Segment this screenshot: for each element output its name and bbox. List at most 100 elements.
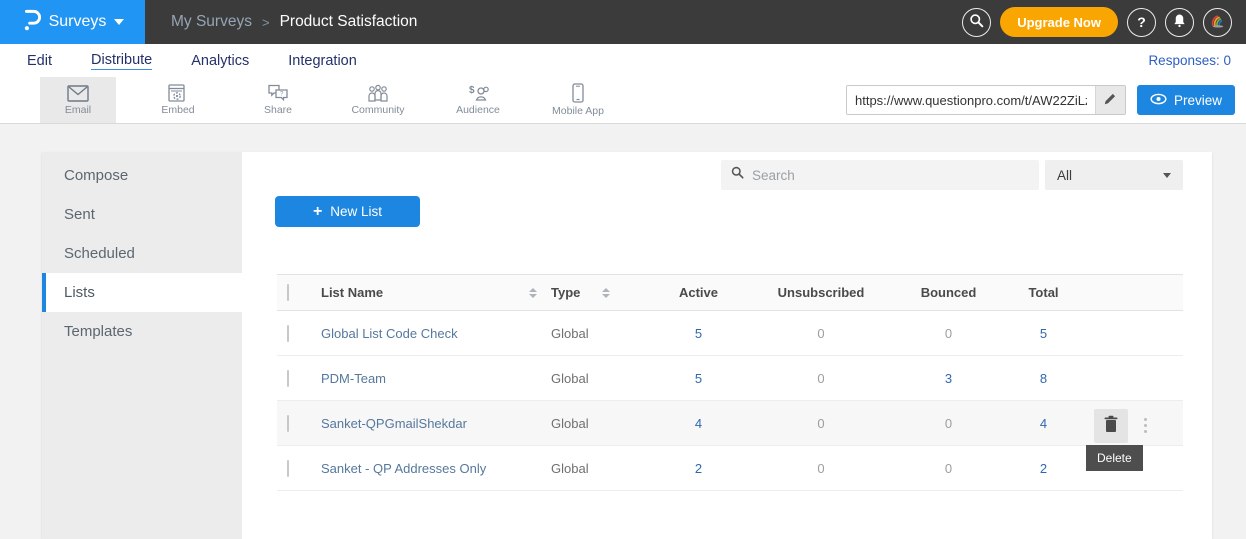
active-count[interactable]: 2 bbox=[651, 461, 746, 476]
toolbar-item-embed[interactable]: Embed bbox=[140, 77, 216, 123]
audience-icon: $ bbox=[466, 84, 490, 102]
row-menu-button[interactable] bbox=[1140, 414, 1151, 437]
toolbar-item-share[interactable]: ? Share bbox=[240, 77, 316, 123]
toolbar-item-label: Email bbox=[65, 104, 91, 116]
sidebar-item-compose[interactable]: Compose bbox=[42, 156, 242, 195]
tab-distribute[interactable]: Distribute bbox=[91, 52, 152, 70]
toolbar-item-community[interactable]: Community bbox=[340, 77, 416, 123]
upgrade-now-button[interactable]: Upgrade Now bbox=[1000, 7, 1118, 37]
avatar bbox=[1209, 12, 1227, 33]
row-checkbox[interactable] bbox=[287, 460, 289, 477]
top-header: Surveys My Surveys > Product Satisfactio… bbox=[0, 0, 1246, 44]
help-button[interactable]: ? bbox=[1127, 8, 1156, 37]
search-icon bbox=[969, 13, 984, 31]
toolbar-item-email[interactable]: Email bbox=[40, 77, 116, 123]
sidebar-item-label: Lists bbox=[64, 284, 95, 301]
question-mark-icon: ? bbox=[1137, 14, 1146, 30]
questionpro-logo-icon bbox=[21, 8, 41, 37]
breadcrumb: My Surveys > Product Satisfaction bbox=[171, 13, 417, 31]
column-header-list-name[interactable]: List Name bbox=[321, 285, 551, 300]
svg-text:$: $ bbox=[469, 85, 475, 96]
filters-row: All bbox=[242, 160, 1212, 190]
table-row: PDM-Team Global 5 0 3 8 bbox=[277, 356, 1183, 401]
unsubscribed-count: 0 bbox=[746, 326, 896, 341]
column-header-total: Total bbox=[1001, 285, 1086, 300]
sidebar-item-label: Templates bbox=[64, 323, 132, 340]
toolbar-item-label: Embed bbox=[161, 104, 194, 116]
tab-analytics[interactable]: Analytics bbox=[191, 53, 249, 69]
chevron-down-icon bbox=[114, 19, 124, 25]
lists-table-header: List Name Type Active Unsubscribed Bounc… bbox=[277, 274, 1183, 311]
column-header-bounced: Bounced bbox=[896, 285, 1001, 300]
row-checkbox[interactable] bbox=[287, 325, 289, 342]
list-filter-dropdown[interactable]: All bbox=[1045, 160, 1183, 190]
toolbar-item-audience[interactable]: $ Audience bbox=[440, 77, 516, 123]
sort-icon bbox=[602, 288, 610, 298]
bounced-count[interactable]: 3 bbox=[896, 371, 1001, 386]
total-count[interactable]: 8 bbox=[1001, 371, 1086, 386]
mobile-app-icon bbox=[572, 83, 584, 103]
column-header-type[interactable]: Type bbox=[551, 285, 651, 300]
app-window: Surveys My Surveys > Product Satisfactio… bbox=[0, 0, 1246, 539]
breadcrumb-current-survey: Product Satisfaction bbox=[280, 13, 418, 31]
list-search-box bbox=[721, 160, 1039, 190]
sidebar-item-templates[interactable]: Templates bbox=[42, 312, 242, 351]
table-row-hovered: Sanket-QPGmailShekdar Global 4 0 0 4 bbox=[277, 401, 1183, 446]
active-count[interactable]: 4 bbox=[651, 416, 746, 431]
unsubscribed-count: 0 bbox=[746, 371, 896, 386]
toolbar-item-label: Community bbox=[351, 104, 404, 116]
search-button[interactable] bbox=[962, 8, 991, 37]
new-list-button[interactable]: + New List bbox=[275, 196, 420, 227]
filter-selected-value: All bbox=[1057, 168, 1072, 183]
trash-icon bbox=[1103, 415, 1119, 436]
sidebar-item-scheduled[interactable]: Scheduled bbox=[42, 234, 242, 273]
table-row: Global List Code Check Global 5 0 0 5 bbox=[277, 311, 1183, 356]
toolbar-item-label: Share bbox=[264, 104, 292, 116]
app-switcher-label: Surveys bbox=[49, 13, 107, 31]
content-area: Compose Sent Scheduled Lists Templates bbox=[0, 124, 1246, 539]
toolbar-item-label: Audience bbox=[456, 104, 500, 116]
active-count[interactable]: 5 bbox=[651, 371, 746, 386]
table-row: Sanket - QP Addresses Only Global 2 0 0 … bbox=[277, 446, 1183, 491]
total-count[interactable]: 5 bbox=[1001, 326, 1086, 341]
app-switcher[interactable]: Surveys bbox=[0, 0, 145, 44]
toolbar-item-label: Mobile App bbox=[552, 105, 604, 117]
active-count[interactable]: 5 bbox=[651, 326, 746, 341]
bell-icon bbox=[1172, 13, 1187, 31]
sidebar-item-lists[interactable]: Lists bbox=[42, 273, 242, 312]
bounced-count: 0 bbox=[896, 461, 1001, 476]
account-menu-button[interactable] bbox=[1203, 8, 1232, 37]
bounced-count: 0 bbox=[896, 416, 1001, 431]
survey-nav-tabs: Edit Distribute Analytics Integration Re… bbox=[0, 44, 1246, 77]
sidebar-item-sent[interactable]: Sent bbox=[42, 195, 242, 234]
distribute-toolbar: Email Embed ? S bbox=[0, 77, 1246, 124]
tab-integration[interactable]: Integration bbox=[288, 53, 357, 69]
preview-button[interactable]: Preview bbox=[1137, 85, 1235, 115]
new-list-label: New List bbox=[330, 204, 382, 219]
tab-edit[interactable]: Edit bbox=[27, 53, 52, 69]
row-checkbox[interactable] bbox=[287, 370, 289, 387]
list-name-link[interactable]: Global List Code Check bbox=[321, 326, 458, 341]
list-type: Global bbox=[551, 371, 651, 386]
list-name-link[interactable]: Sanket-QPGmailShekdar bbox=[321, 416, 467, 431]
survey-url-input[interactable] bbox=[847, 86, 1095, 114]
email-icon bbox=[67, 85, 89, 102]
breadcrumb-my-surveys[interactable]: My Surveys bbox=[171, 13, 252, 31]
edit-url-button[interactable] bbox=[1095, 86, 1125, 114]
total-count[interactable]: 2 bbox=[1001, 461, 1086, 476]
sort-icon bbox=[529, 288, 537, 298]
total-count[interactable]: 4 bbox=[1001, 416, 1086, 431]
toolbar-item-mobile-app[interactable]: Mobile App bbox=[540, 77, 616, 123]
select-all-checkbox[interactable] bbox=[287, 284, 289, 301]
delete-tooltip: Delete bbox=[1086, 445, 1143, 471]
row-checkbox[interactable] bbox=[287, 415, 289, 432]
search-icon bbox=[731, 166, 744, 184]
notifications-button[interactable] bbox=[1165, 8, 1194, 37]
share-icon: ? bbox=[267, 84, 289, 102]
list-name-link[interactable]: Sanket - QP Addresses Only bbox=[321, 461, 486, 476]
delete-list-button[interactable] bbox=[1094, 409, 1128, 443]
list-search-input[interactable] bbox=[752, 168, 1029, 183]
unsubscribed-count: 0 bbox=[746, 461, 896, 476]
community-icon bbox=[366, 84, 390, 102]
list-name-link[interactable]: PDM-Team bbox=[321, 371, 386, 386]
